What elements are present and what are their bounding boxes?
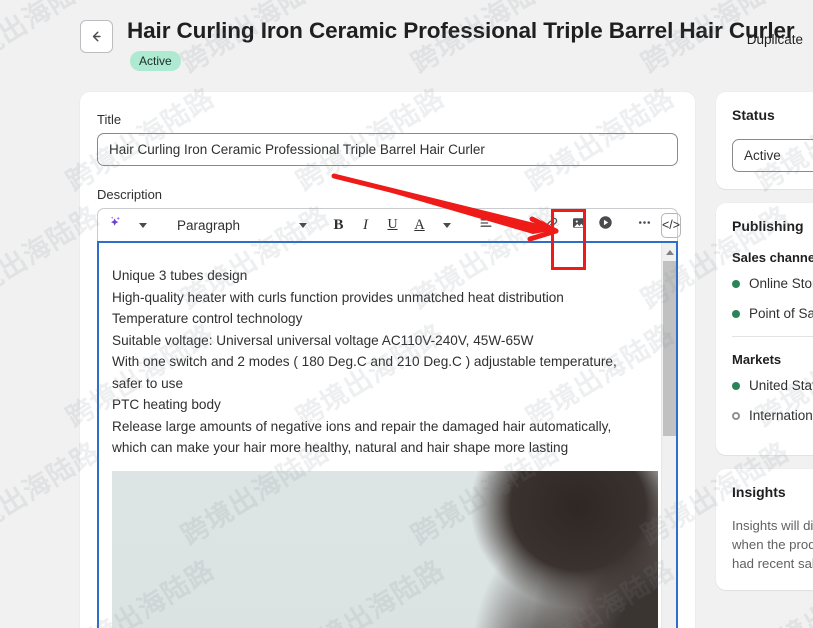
status-dot-on-icon [732, 279, 740, 288]
chevron-down-icon [442, 222, 451, 228]
insert-video-button[interactable] [593, 213, 618, 238]
link-icon [544, 215, 560, 236]
status-dot-on-icon [732, 309, 740, 318]
editor-line: High-quality heater with curls function … [112, 289, 564, 305]
title-input[interactable] [97, 133, 678, 166]
underline-icon: U [387, 217, 398, 232]
app-root: Hair Curling Iron Ceramic Professional T… [0, 0, 813, 628]
page-header: Hair Curling Iron Ceramic Professional T… [0, 0, 813, 85]
scrollbar-thumb[interactable] [663, 261, 676, 436]
ai-assist-dropdown[interactable] [130, 213, 155, 238]
market-item[interactable]: United States [732, 378, 813, 393]
description-editor: Paragraph B I U A </> Unique 3 tubes des… [97, 208, 682, 628]
text-color-icon: A [414, 216, 425, 233]
bold-icon: B [333, 216, 344, 233]
text-color-dropdown[interactable] [434, 213, 459, 238]
duplicate-button[interactable]: Duplicate [737, 26, 813, 53]
italic-button[interactable]: I [353, 213, 378, 238]
chevron-down-icon [138, 222, 147, 228]
video-play-icon [597, 214, 614, 236]
status-dot-on-icon [732, 381, 740, 390]
status-select-value: Active [744, 148, 781, 163]
align-left-icon [478, 215, 494, 236]
markets-label: Markets [732, 352, 782, 367]
sidebar: Status Active Publishing Sales channels … [716, 92, 813, 604]
paragraph-style-label: Paragraph [177, 217, 241, 233]
sales-channel-item[interactable]: Point of Sale [732, 306, 813, 321]
editor-body[interactable]: Unique 3 tubes design High-quality heate… [97, 241, 678, 628]
status-heading: Status [732, 107, 775, 123]
sidebar-divider [732, 336, 813, 337]
status-dot-off-icon [732, 411, 740, 420]
status-badge: Active [130, 51, 181, 71]
page-title: Hair Curling Iron Ceramic Professional T… [127, 18, 795, 43]
description-label: Description [97, 187, 163, 202]
scroll-up-arrow-icon[interactable] [662, 245, 676, 259]
market-label: International [749, 408, 813, 423]
ellipsis-icon [636, 214, 653, 236]
align-dropdown[interactable] [500, 213, 525, 238]
sparkle-ai-icon [107, 214, 124, 236]
editor-line: With one switch and 2 modes ( 180 Deg.C … [112, 354, 617, 391]
code-icon: </> [662, 218, 681, 232]
editor-line: Release large amounts of negative ions a… [112, 418, 612, 456]
market-label: United States [749, 378, 813, 393]
editor-scrollbar[interactable] [661, 243, 676, 628]
more-options-button[interactable] [632, 213, 657, 238]
show-html-button[interactable]: </> [661, 212, 682, 238]
paragraph-style-select[interactable]: Paragraph [169, 213, 312, 238]
italic-icon: I [363, 216, 368, 233]
editor-product-image [112, 470, 658, 628]
insights-heading: Insights [732, 484, 786, 500]
chevron-down-icon [508, 222, 517, 228]
editor-line: Temperature control technology [112, 311, 303, 326]
publishing-card: Publishing Sales channels Online Store P… [716, 203, 813, 455]
sales-channels-label: Sales channels [732, 250, 813, 265]
insights-card: Insights Insights will display when the … [716, 469, 813, 590]
publishing-heading: Publishing [732, 218, 804, 234]
image-icon [571, 215, 587, 236]
editor-line: Suitable voltage: Universal universal vo… [112, 332, 534, 348]
insights-note: Insights will display when the product h… [732, 518, 813, 571]
market-item[interactable]: International [732, 408, 813, 423]
sales-channel-item[interactable]: Online Store [732, 276, 813, 291]
bold-button[interactable]: B [326, 213, 351, 238]
status-card: Status Active [716, 92, 813, 189]
title-label: Title [97, 112, 122, 127]
editor-line: Unique 3 tubes design [112, 268, 248, 283]
sales-channel-label: Point of Sale [749, 306, 813, 321]
sales-channel-label: Online Store [749, 276, 813, 291]
text-color-button[interactable]: A [407, 213, 432, 238]
back-button[interactable] [80, 20, 113, 53]
align-button[interactable] [473, 213, 498, 238]
ai-assist-button[interactable] [103, 213, 128, 238]
status-select[interactable]: Active [732, 139, 813, 172]
product-details-card: Title Description [80, 92, 695, 628]
editor-toolbar: Paragraph B I U A </> [97, 208, 682, 241]
editor-document[interactable]: Unique 3 tubes design High-quality heate… [99, 243, 661, 628]
insert-link-button[interactable] [539, 213, 564, 238]
insert-image-button[interactable] [566, 213, 591, 238]
chevron-down-icon [299, 222, 307, 228]
arrow-left-icon [88, 28, 105, 45]
editor-line: PTC heating body [112, 397, 221, 412]
underline-button[interactable]: U [380, 213, 405, 238]
